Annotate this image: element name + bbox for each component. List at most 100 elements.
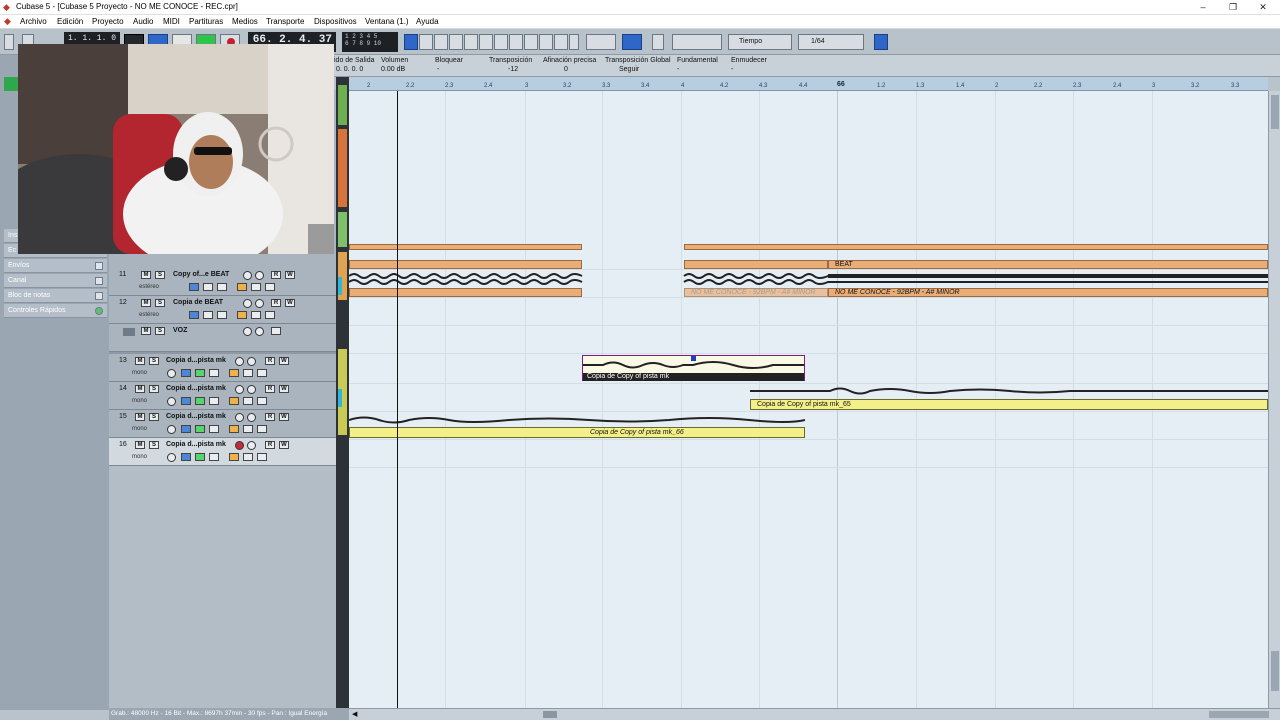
track-insert-button[interactable] bbox=[181, 453, 191, 461]
lanes-button[interactable] bbox=[243, 453, 253, 461]
zoom-tool[interactable] bbox=[479, 34, 493, 50]
sends-toggle-icon[interactable] bbox=[95, 262, 103, 270]
solo-button[interactable]: S bbox=[155, 299, 165, 307]
menu-dispositivos[interactable]: Dispositivos bbox=[314, 17, 357, 26]
edit-channel-button[interactable] bbox=[167, 425, 176, 434]
track-sends-button[interactable] bbox=[209, 369, 219, 377]
scroll-thumb[interactable] bbox=[1271, 95, 1279, 129]
lock-button[interactable] bbox=[229, 397, 239, 405]
track-insert-button[interactable] bbox=[203, 283, 213, 291]
edit-channel-button[interactable] bbox=[167, 397, 176, 406]
track-insert-button[interactable] bbox=[181, 425, 191, 433]
lock-button[interactable] bbox=[229, 369, 239, 377]
solo-button[interactable]: S bbox=[155, 327, 165, 335]
freeze-button[interactable] bbox=[265, 311, 275, 319]
info-value-global-transpose[interactable]: Seguir bbox=[619, 66, 639, 73]
solo-button[interactable]: S bbox=[149, 441, 159, 449]
snap-zero-button[interactable] bbox=[652, 34, 664, 50]
audio-event-66[interactable]: Copia de Copy of pista mk_66 bbox=[349, 427, 805, 438]
info-value-volume[interactable]: 0.00 dB bbox=[381, 66, 405, 73]
marker-keypad[interactable]: 1 2 3 4 56 7 8 9 10 bbox=[342, 32, 398, 52]
track-eq-button[interactable] bbox=[195, 453, 205, 461]
track-eq-button[interactable] bbox=[217, 283, 227, 291]
edit-channel-button[interactable] bbox=[189, 311, 199, 319]
track-name[interactable]: Copia d...pista mk bbox=[166, 385, 226, 392]
project-event-area[interactable]: BEAT NO ME CONOCE - 92BPM - A# MINOR NO … bbox=[349, 91, 1268, 708]
lock-button[interactable] bbox=[237, 311, 247, 319]
track-name[interactable]: Copy of...e BEAT bbox=[173, 271, 229, 278]
track-name[interactable]: Copia d...pista mk bbox=[166, 413, 226, 420]
mute-button[interactable]: M bbox=[135, 385, 145, 393]
write-automation-button[interactable]: W bbox=[279, 385, 289, 393]
read-automation-button[interactable]: R bbox=[265, 413, 275, 421]
menu-ayuda[interactable]: Ayuda bbox=[416, 17, 439, 26]
menu-midi[interactable]: MIDI bbox=[163, 17, 180, 26]
menu-partituras[interactable]: Partituras bbox=[189, 17, 223, 26]
lanes-button[interactable] bbox=[251, 311, 261, 319]
read-automation-button[interactable]: R bbox=[271, 271, 281, 279]
track-sends-button[interactable] bbox=[209, 425, 219, 433]
solo-button[interactable]: S bbox=[155, 271, 165, 279]
inspector-row-channel[interactable]: Canal bbox=[4, 274, 107, 288]
vertical-scrollbar[interactable] bbox=[1268, 91, 1280, 708]
inspector-row-notepad[interactable]: Bloc de notas bbox=[4, 289, 107, 303]
folder-part[interactable] bbox=[684, 244, 1268, 250]
track-name[interactable]: Copia d...pista mk bbox=[166, 357, 226, 364]
play-tool[interactable] bbox=[554, 34, 568, 50]
inspector-row-quick-controls[interactable]: Controles Rápidos bbox=[4, 304, 107, 318]
audio-event-no-me-conoce[interactable]: NO ME CONOCE - 92BPM - A# MINOR bbox=[828, 288, 1268, 297]
scroll-thumb[interactable] bbox=[543, 711, 557, 718]
menu-archivo[interactable]: Archivo bbox=[20, 17, 47, 26]
edit-channel-button[interactable] bbox=[189, 283, 199, 291]
activate-project-button[interactable] bbox=[4, 34, 14, 50]
folder-name[interactable]: VOZ bbox=[173, 327, 187, 334]
audio-event-beat-12[interactable]: NO ME CONOCE - 92BPM - A# MINOR bbox=[684, 288, 828, 297]
audio-event-beat[interactable]: BEAT bbox=[828, 260, 1268, 269]
write-automation-button[interactable]: W bbox=[279, 357, 289, 365]
mute-button[interactable]: M bbox=[135, 357, 145, 365]
app-menu-icon[interactable]: ◆ bbox=[4, 16, 11, 27]
solo-button[interactable]: S bbox=[149, 413, 159, 421]
monitor-button[interactable] bbox=[255, 327, 264, 336]
write-automation-button[interactable]: W bbox=[285, 271, 295, 279]
info-value-root-key[interactable]: - bbox=[677, 66, 679, 73]
zoom-slider[interactable] bbox=[1271, 651, 1279, 691]
track-row-selected[interactable]: 16 M S Copia d...pista mk R W mono bbox=[109, 438, 336, 466]
lanes-button[interactable] bbox=[271, 327, 281, 335]
lanes-button[interactable] bbox=[243, 397, 253, 405]
timeline-ruler[interactable]: 2 2.2 2.3 2.4 3 3.2 3.3 3.4 4 4.2 4.3 4.… bbox=[349, 77, 1268, 91]
record-enable-button[interactable] bbox=[243, 327, 252, 336]
mute-button[interactable]: M bbox=[135, 441, 145, 449]
draw-tool[interactable] bbox=[524, 34, 538, 50]
inspector-row-sends[interactable]: Envíos bbox=[4, 259, 107, 273]
color-palette-button[interactable] bbox=[874, 34, 888, 50]
record-enable-button[interactable] bbox=[235, 385, 244, 394]
mute-tool[interactable] bbox=[494, 34, 508, 50]
track-eq-button[interactable] bbox=[195, 397, 205, 405]
scroll-left-icon[interactable]: ◀ bbox=[352, 710, 357, 718]
monitor-button[interactable] bbox=[247, 385, 256, 394]
quick-controls-toggle-icon[interactable] bbox=[95, 307, 103, 315]
track-row[interactable]: 14 M S Copia d...pista mk R W mono bbox=[109, 382, 336, 410]
info-value-output[interactable]: 0. 0. 0. 0 bbox=[336, 66, 363, 73]
monitor-button[interactable] bbox=[255, 299, 264, 308]
read-automation-button[interactable]: R bbox=[265, 441, 275, 449]
lanes-button[interactable] bbox=[251, 283, 261, 291]
track-sends-button[interactable] bbox=[209, 453, 219, 461]
freeze-button[interactable] bbox=[257, 397, 267, 405]
lock-button[interactable] bbox=[237, 283, 247, 291]
mute-button[interactable]: M bbox=[141, 327, 151, 335]
glue-tool[interactable] bbox=[449, 34, 463, 50]
monitor-button[interactable] bbox=[247, 413, 256, 422]
horizontal-scrollbar[interactable]: ◀ bbox=[349, 708, 1280, 720]
track-eq-button[interactable] bbox=[217, 311, 227, 319]
write-automation-button[interactable]: W bbox=[279, 413, 289, 421]
info-value-lock[interactable]: - bbox=[437, 66, 439, 73]
monitor-button[interactable] bbox=[255, 271, 264, 280]
record-enable-button[interactable] bbox=[235, 441, 244, 450]
lock-button[interactable] bbox=[229, 453, 239, 461]
close-button[interactable]: ✕ bbox=[1248, 1, 1278, 13]
audio-event-beat-11[interactable] bbox=[349, 260, 582, 269]
record-enable-button[interactable] bbox=[235, 357, 244, 366]
folder-part[interactable] bbox=[349, 244, 582, 250]
